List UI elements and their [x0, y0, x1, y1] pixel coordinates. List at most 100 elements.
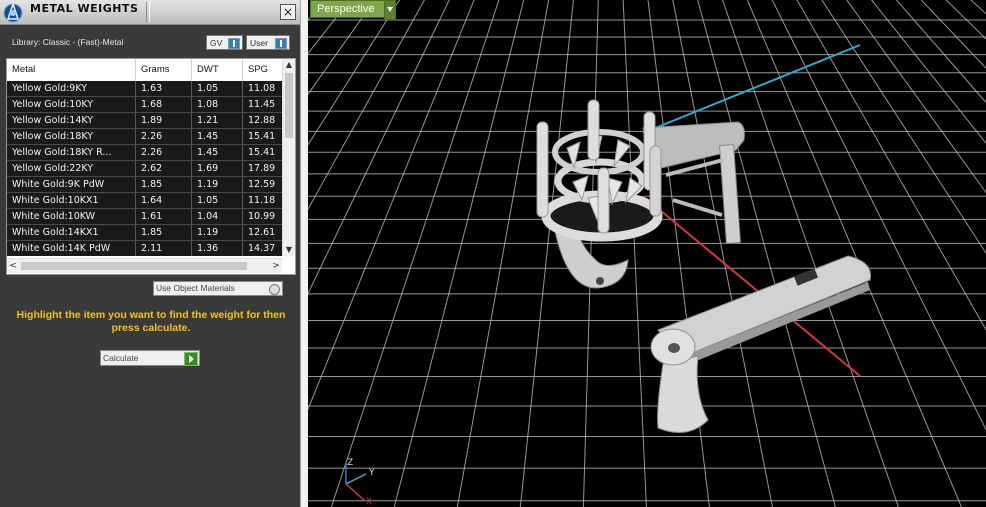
cell-grams: 2.11 — [136, 241, 192, 256]
calculate-button[interactable]: Calculate — [100, 350, 200, 366]
scroll-thumb[interactable] — [21, 262, 247, 270]
cell-grams: 2.62 — [136, 161, 192, 176]
user-label: User — [250, 38, 268, 48]
view-label: Perspective — [317, 3, 375, 15]
table-row[interactable]: Yellow Gold:18KY 2.26 1.45 15.41 — [7, 129, 282, 145]
cell-metal: Yellow Gold:10KY — [7, 97, 136, 112]
cell-spg: 15.41 — [248, 131, 276, 142]
ring-head-model[interactable] — [536, 99, 745, 289]
metal-table: Metal Grams DWT SPG Yellow Gold:9KY 1.63 1… — [6, 58, 296, 275]
column-header-grams[interactable]: Grams — [136, 59, 192, 81]
cell-dwt: 1.08 — [192, 97, 243, 112]
horizontal-scrollbar[interactable]: < > — [7, 258, 282, 273]
axis-label-z: Z — [347, 458, 353, 468]
calculate-go-icon — [184, 352, 198, 366]
cell-grams: 2.26 — [136, 129, 192, 144]
grid-line — [722, 0, 900, 507]
table-row[interactable]: White Gold:9K PdW 1.85 1.19 12.59 — [7, 177, 282, 193]
checkbox-icon — [269, 284, 280, 295]
gv-label: GV — [210, 38, 223, 48]
calculate-label: Calculate — [103, 353, 139, 363]
table-row[interactable]: White Gold:10KW 1.61 1.04 10.99 — [7, 209, 282, 225]
column-header-dwt[interactable]: DWT — [192, 59, 243, 81]
scroll-up-icon[interactable]: ▲ — [283, 59, 295, 71]
scroll-down-icon[interactable]: ▼ — [283, 244, 295, 256]
table-row[interactable]: Yellow Gold:10KY 1.68 1.08 11.45 — [7, 97, 282, 113]
cell-grams: 1.85 — [136, 225, 192, 240]
column-header-spg[interactable]: SPG — [243, 59, 282, 81]
view-dropdown[interactable]: Perspective — [310, 0, 396, 20]
axis-label-y: Y — [368, 468, 375, 478]
cell-grams: 1.89 — [136, 113, 192, 128]
gv-dropdown[interactable]: GV — [206, 35, 243, 50]
scroll-thumb[interactable] — [285, 73, 293, 138]
cell-spg: 12.59 — [248, 179, 276, 190]
cell-metal: Yellow Gold:9KY — [7, 81, 136, 96]
close-icon[interactable]: × — [280, 4, 296, 20]
cell-grams: 1.64 — [136, 193, 192, 208]
cell-spg: 17.89 — [248, 163, 276, 174]
ground-grid — [308, 0, 986, 507]
cell-metal: White Gold:14K PdW — [7, 241, 136, 256]
cell-metal: Yellow Gold:18KY R... — [7, 145, 136, 160]
axis-gizmo-icon: Z Y X — [345, 458, 375, 507]
cell-dwt: 1.21 — [192, 113, 243, 128]
table-row[interactable]: Yellow Gold:22KY 2.62 1.69 17.89 — [7, 161, 282, 177]
use-object-materials-label: Use Object Materials — [156, 283, 235, 293]
table-row[interactable]: White Gold:10KX1 1.64 1.05 11.18 — [7, 193, 282, 209]
table-row[interactable]: White Gold:14K PdW 2.11 1.36 14.37 — [7, 241, 282, 256]
panel-title: METAL WEIGHTS — [30, 2, 139, 15]
cell-dwt: 1.45 — [192, 145, 243, 160]
table-row[interactable]: Yellow Gold:18KY R... 2.26 1.45 15.41 — [7, 145, 282, 161]
cell-dwt: 1.36 — [192, 241, 243, 256]
cell-grams: 1.68 — [136, 97, 192, 112]
cell-grams: 1.61 — [136, 209, 192, 224]
cell-dwt: 1.45 — [192, 129, 243, 144]
cell-spg: 12.61 — [248, 227, 276, 238]
table-body: Yellow Gold:9KY 1.63 1.05 11.08 Yellow Gold:… — [7, 81, 282, 256]
table-row[interactable]: Yellow Gold:9KY 1.63 1.05 11.08 — [7, 81, 282, 97]
viewport-canvas[interactable]: Z Y X — [308, 0, 986, 507]
library-label: Library: Classic - (Fast)-Metal — [12, 37, 124, 47]
cell-spg: 11.08 — [248, 83, 276, 94]
table-row[interactable]: Yellow Gold:14KY 1.89 1.21 12.88 — [7, 113, 282, 129]
title-separator — [146, 2, 150, 22]
use-object-materials-checkbox[interactable]: Use Object Materials — [153, 281, 283, 296]
cell-spg: 15.41 — [248, 147, 276, 158]
vertical-scrollbar[interactable]: ▲ ▼ — [282, 59, 295, 256]
cell-spg: 14.37 — [248, 243, 276, 254]
cell-spg: 11.18 — [248, 195, 276, 206]
cell-metal: White Gold:10KW — [7, 209, 136, 224]
cell-metal: White Gold:9K PdW — [7, 177, 136, 192]
scroll-right-icon[interactable]: > — [270, 259, 282, 273]
cell-metal: Yellow Gold:22KY — [7, 161, 136, 176]
cell-dwt: 1.05 — [192, 193, 243, 208]
app-icon — [3, 1, 23, 23]
cell-grams: 1.85 — [136, 177, 192, 192]
grid-line — [746, 0, 963, 507]
table-row[interactable]: White Gold:14KX1 1.85 1.19 12.61 — [7, 225, 282, 241]
cell-spg: 10.99 — [248, 211, 276, 222]
user-dropdown[interactable]: User — [246, 35, 290, 50]
table-header: Metal Grams DWT SPG — [7, 59, 282, 81]
cell-dwt: 1.69 — [192, 161, 243, 176]
cell-metal: Yellow Gold:18KY — [7, 129, 136, 144]
cell-grams: 1.63 — [136, 81, 192, 96]
perspective-viewport[interactable]: Z Y X Perspective — [308, 0, 986, 507]
panel-titlebar[interactable]: METAL WEIGHTS × — [0, 0, 300, 25]
cell-dwt: 1.04 — [192, 209, 243, 224]
column-header-metal[interactable]: Metal — [7, 59, 136, 81]
cell-spg: 12.88 — [248, 115, 276, 126]
scroll-left-icon[interactable]: < — [7, 259, 19, 273]
cell-dwt: 1.05 — [192, 81, 243, 96]
axis-label-x: X — [366, 497, 372, 507]
instructions-text: Highlight the item you want to find the … — [16, 309, 286, 334]
dropdown-arrow-icon — [384, 0, 396, 20]
cell-dwt: 1.19 — [192, 177, 243, 192]
cell-dwt: 1.19 — [192, 225, 243, 240]
dropdown-arrow-icon — [275, 38, 287, 49]
y-axis-line — [642, 44, 861, 134]
cell-metal: Yellow Gold:14KY — [7, 113, 136, 128]
cell-grams: 2.26 — [136, 145, 192, 160]
grid-line — [622, 0, 647, 507]
